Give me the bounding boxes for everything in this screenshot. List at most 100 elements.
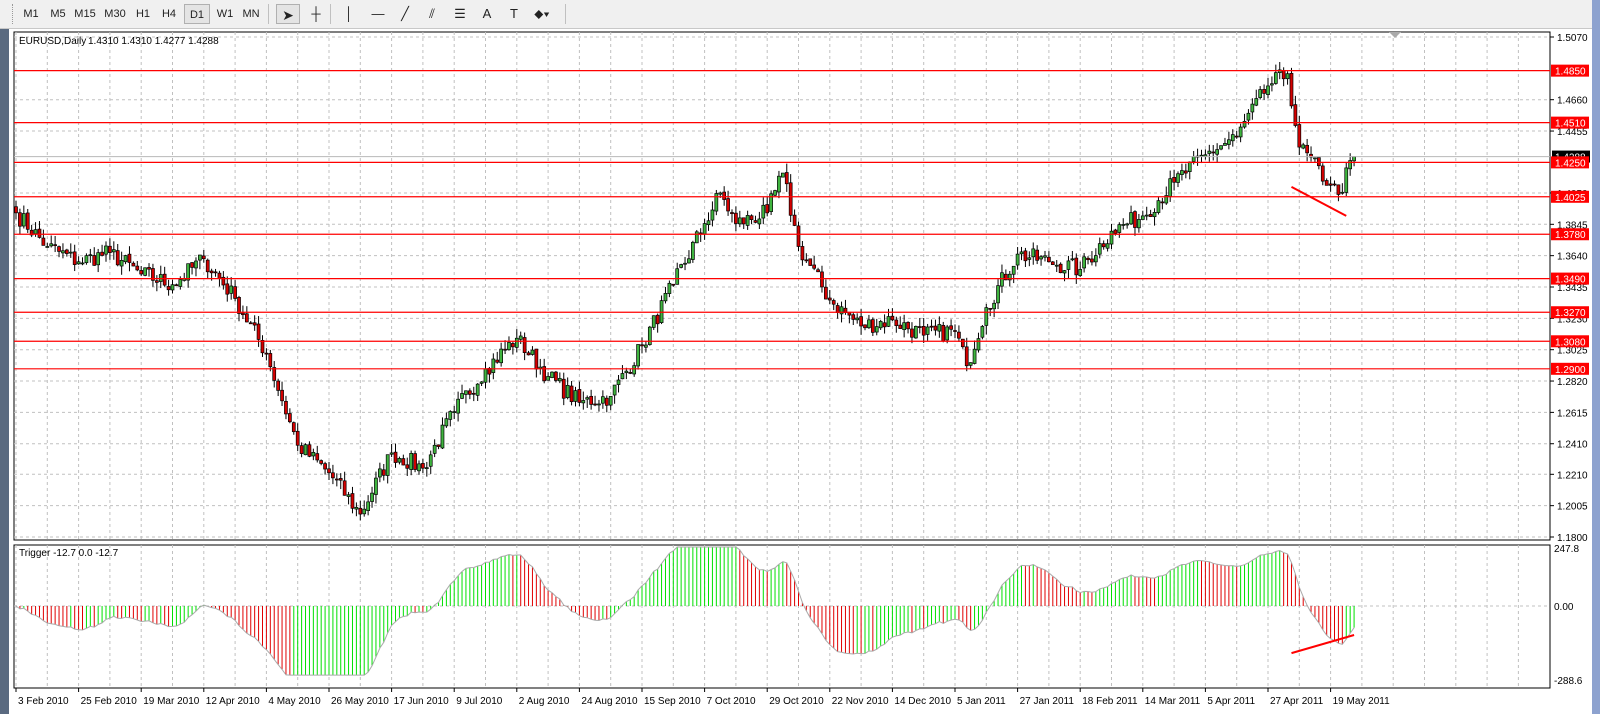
candle-bear [1320,165,1325,182]
candle-bull [585,397,590,400]
candle-bear [72,251,77,265]
candle-bull [362,508,367,515]
candle-bear [315,453,320,461]
candle-bear [824,286,828,300]
candle-bull [706,220,711,226]
y-tick-label: 1.2410 [1557,440,1588,451]
candle-bear [205,259,210,273]
main-chart-pane[interactable] [13,31,1551,541]
candle-bear [323,463,327,470]
candle-bear [174,284,179,287]
candle-bull [565,385,570,399]
x-tick-label: 18 Feb 2011 [1082,696,1138,707]
candle-bull [683,262,687,265]
candle-bull [780,172,785,178]
candle-bull [839,306,844,315]
candle-bull [581,400,586,404]
candle-bear [917,326,922,328]
candle-bull [1121,224,1126,226]
candle-bull [1039,256,1043,260]
candle-bear [1297,124,1302,148]
candle-bull [178,279,183,287]
level-price-label: 1.4850 [1555,67,1586,78]
chart-ohlc-readout: 1.4310 1.4310 1.4277 1.4288 [88,36,219,47]
candle-bear [1023,250,1028,262]
candle-bear [870,319,875,333]
candle-bear [753,220,758,223]
candle-bull [21,213,26,227]
candle-bear [307,444,312,457]
candle-bull [573,390,578,402]
indicator-y-tick-label: -288.6 [1554,676,1583,687]
candle-bull [440,424,445,449]
candle-bull [737,217,742,225]
candle-bull [1070,258,1075,261]
candle-bull [925,326,930,335]
candle-bear [405,464,410,469]
candle-bull [84,255,89,264]
candle-bear [139,270,144,275]
candle-bear [526,352,531,356]
candle-bull [1344,167,1349,193]
candle-bull [346,494,351,497]
indicator-y-tick-label: 247.8 [1554,544,1579,555]
candle-bear [256,323,261,340]
x-tick-label: 5 Apr 2011 [1207,696,1255,707]
candle-bear [37,228,42,238]
candle-bear [217,272,222,279]
candle-bull [878,321,883,329]
candle-bull [530,349,535,355]
level-price-label: 1.4250 [1555,158,1586,169]
indicator-pane[interactable] [13,544,1551,689]
candle-bear [808,258,813,266]
candle-bull [1176,173,1180,183]
candle-bull [123,255,128,263]
candle-bear [1047,256,1051,263]
candle-bear [166,286,171,291]
candle-bull [432,444,437,454]
candle-bull [374,477,378,495]
x-tick-label: 2 Aug 2010 [519,696,570,707]
x-tick-label: 24 Aug 2010 [581,696,638,707]
candle-bull [68,251,73,254]
candle-bull [651,315,656,328]
candle-bull [773,190,777,196]
candle-bull [702,223,707,235]
candle-bull [691,241,695,260]
candle-bear [115,250,120,266]
candle-bear [640,344,644,347]
candle-bear [100,251,104,256]
candle-bear [284,400,288,415]
y-tick-label: 1.1800 [1557,533,1588,544]
candle-bear [906,321,910,330]
candle-bear [796,225,801,247]
candle-bull [1266,85,1270,95]
candle-bear [1234,135,1239,138]
candle-bull [914,325,918,339]
candle-bull [620,373,625,380]
candle-bull [886,316,891,327]
candle-bear [280,389,284,402]
candle-bull [1015,253,1020,266]
candle-bear [1281,70,1286,80]
candle-bear [108,245,112,253]
candle-bull [229,285,234,294]
candle-bear [1332,183,1337,186]
candle-bear [804,259,809,262]
level-price-label: 1.4510 [1555,119,1586,130]
candle-bear [57,246,61,252]
candle-bull [761,204,766,219]
candle-bull [1117,224,1122,233]
candle-bear [1262,89,1266,94]
candle-bull [1254,98,1259,106]
candle-bear [788,182,793,216]
candle-bear [859,316,863,327]
candle-bear [957,331,961,339]
candle-bull [694,231,699,244]
candle-bull [1027,257,1032,260]
candle-bull [1031,248,1036,258]
chart-canvas[interactable]: 1.50701.46601.44551.40501.38451.36401.34… [0,0,1600,714]
candle-bear [41,237,46,246]
candle-bull [557,378,562,382]
candle-bull [1137,219,1141,229]
